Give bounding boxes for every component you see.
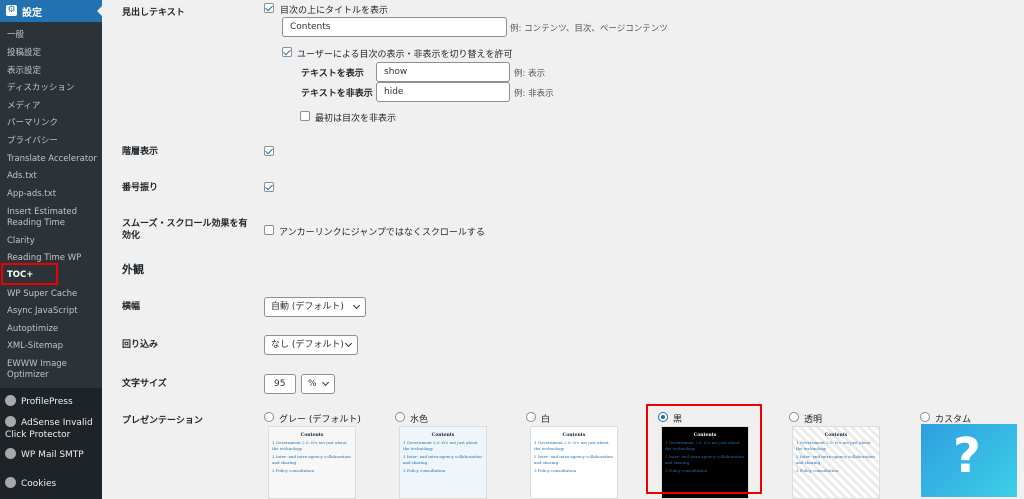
theme-custom-radio[interactable] (920, 412, 930, 422)
admin-sidebar: ⚙ 設定 一般 投稿設定 表示設定 ディスカッション メディア パーマリンク プ… (0, 0, 102, 499)
sidebar-item-profilepress[interactable]: ProfilePress (5, 395, 73, 407)
chevron-down-icon (352, 301, 361, 310)
heading-text-label: 見出しテキスト (122, 8, 185, 18)
theme-white-radio[interactable] (526, 412, 536, 422)
sidebar-item-translate-accelerator[interactable]: Translate Accelerator (7, 154, 99, 165)
theme-grey-radio[interactable] (264, 412, 274, 422)
hide-initially-checkbox[interactable] (300, 111, 310, 121)
chevron-down-icon (344, 339, 353, 348)
wrapping-label: 回り込み (122, 340, 159, 350)
show-title-label: 目次の上にタイトルを表示 (280, 6, 389, 16)
hide-text-label: テキストを非表示 (301, 89, 373, 99)
chevron-down-icon (321, 378, 330, 387)
settings-icon: ⚙ (6, 5, 17, 16)
show-text-example: 例: 表示 (514, 69, 546, 79)
mail-icon (5, 448, 16, 459)
wrapping-select[interactable]: なし (デフォルト) (264, 335, 358, 355)
sidebar-item-general[interactable]: 一般 (7, 30, 99, 41)
sidebar-item-async-javascript[interactable]: Async JavaScript (7, 306, 99, 317)
hide-initially-label: 最初は目次を非表示 (315, 114, 397, 124)
theme-transparent-radio[interactable] (789, 412, 799, 422)
show-text-input[interactable]: show (376, 62, 510, 82)
sidebar-item-reading[interactable]: 表示設定 (7, 66, 99, 77)
presentation-label: プレゼンテーション (122, 416, 203, 426)
theme-aqua-label: 水色 (410, 415, 429, 425)
toc-title-input[interactable]: Contents (282, 17, 507, 37)
hide-text-example: 例: 非表示 (514, 89, 554, 99)
theme-grey-preview[interactable]: Contents 1 Government 2.0: it's not just… (268, 426, 356, 499)
theme-transparent-preview[interactable]: Contents 1 Government 2.0: it's not just… (792, 426, 880, 499)
sidebar-item-privacy[interactable]: プライバシー (7, 136, 99, 147)
numbering-label: 番号振り (122, 183, 159, 193)
sidebar-item-insert-reading-time[interactable]: Insert Estimated Reading Time (7, 207, 99, 229)
sidebar-item-app-ads-txt[interactable]: App-ads.txt (7, 189, 99, 200)
theme-white-preview[interactable]: Contents 1 Government 2.0: it's not just… (530, 426, 618, 499)
black-theme-highlight (646, 404, 762, 494)
sidebar-item-media[interactable]: メディア (7, 101, 99, 112)
sidebar-item-autoptimize[interactable]: Autoptimize (7, 324, 99, 335)
cookie-icon (5, 477, 16, 488)
hierarchy-label: 階層表示 (122, 147, 159, 157)
smooth-scroll-option: アンカーリンクにジャンプではなくスクロールする (279, 228, 485, 238)
shield-icon (5, 416, 16, 427)
sidebar-item-writing[interactable]: 投稿設定 (7, 48, 99, 59)
width-label: 横幅 (122, 302, 141, 312)
theme-white-label: 白 (541, 415, 551, 425)
hide-text-input[interactable]: hide (376, 82, 510, 102)
toc-title-example: 例: コンテンツ、目次、ページコンテンツ (510, 24, 668, 34)
sidebar-item-ewww-image-optimizer[interactable]: EWWW Image Optimizer (7, 359, 99, 381)
sidebar-settings-header[interactable]: ⚙ 設定 (0, 0, 102, 22)
smooth-scroll-label: スムーズ・スクロール効果を有効化 (122, 219, 248, 241)
font-size-input[interactable]: 95 (264, 374, 296, 394)
sidebar-item-clarity[interactable]: Clarity (7, 236, 99, 247)
sidebar-settings-label: 設定 (22, 8, 42, 19)
smooth-scroll-checkbox[interactable] (264, 225, 274, 235)
allow-toggle-checkbox[interactable] (282, 47, 292, 57)
toc-plus-highlight (1, 263, 58, 285)
sidebar-item-wp-mail-smtp[interactable]: WP Mail SMTP (5, 448, 84, 460)
sidebar-item-cookies[interactable]: Cookies (5, 477, 56, 489)
hierarchy-checkbox[interactable] (264, 146, 274, 156)
font-size-unit-select[interactable]: % (301, 374, 335, 394)
current-menu-arrow-icon (97, 6, 102, 16)
theme-aqua-radio[interactable] (395, 412, 405, 422)
sidebar-item-ads-txt[interactable]: Ads.txt (7, 171, 99, 182)
sidebar-item-permalinks[interactable]: パーマリンク (7, 118, 99, 129)
allow-toggle-label: ユーザーによる目次の表示・非表示を切り替えを許可 (297, 50, 513, 60)
theme-grey-label: グレー (デフォルト) (279, 415, 361, 425)
theme-custom-preview[interactable]: ? (921, 424, 1017, 497)
font-size-label: 文字サイズ (122, 379, 167, 389)
question-mark-icon: ? (953, 428, 981, 484)
profilepress-icon (5, 395, 16, 406)
sidebar-item-discussion[interactable]: ディスカッション (7, 83, 99, 94)
width-select[interactable]: 自動 (デフォルト) (264, 297, 366, 317)
sidebar-item-adsense-protector[interactable]: AdSense Invalid Click Protector (5, 416, 99, 441)
numbering-checkbox[interactable] (264, 182, 274, 192)
show-title-checkbox[interactable] (264, 3, 274, 13)
sidebar-item-xml-sitemap[interactable]: XML-Sitemap (7, 341, 99, 352)
sidebar-item-wp-super-cache[interactable]: WP Super Cache (7, 289, 99, 300)
theme-aqua-preview[interactable]: Contents 1 Government 2.0: it's not just… (399, 426, 487, 499)
theme-transparent-label: 透明 (804, 415, 823, 425)
show-text-label: テキストを表示 (301, 69, 364, 79)
appearance-heading: 外観 (122, 263, 144, 276)
settings-submenu: 一般 投稿設定 表示設定 ディスカッション メディア パーマリンク プライバシー… (0, 22, 102, 388)
